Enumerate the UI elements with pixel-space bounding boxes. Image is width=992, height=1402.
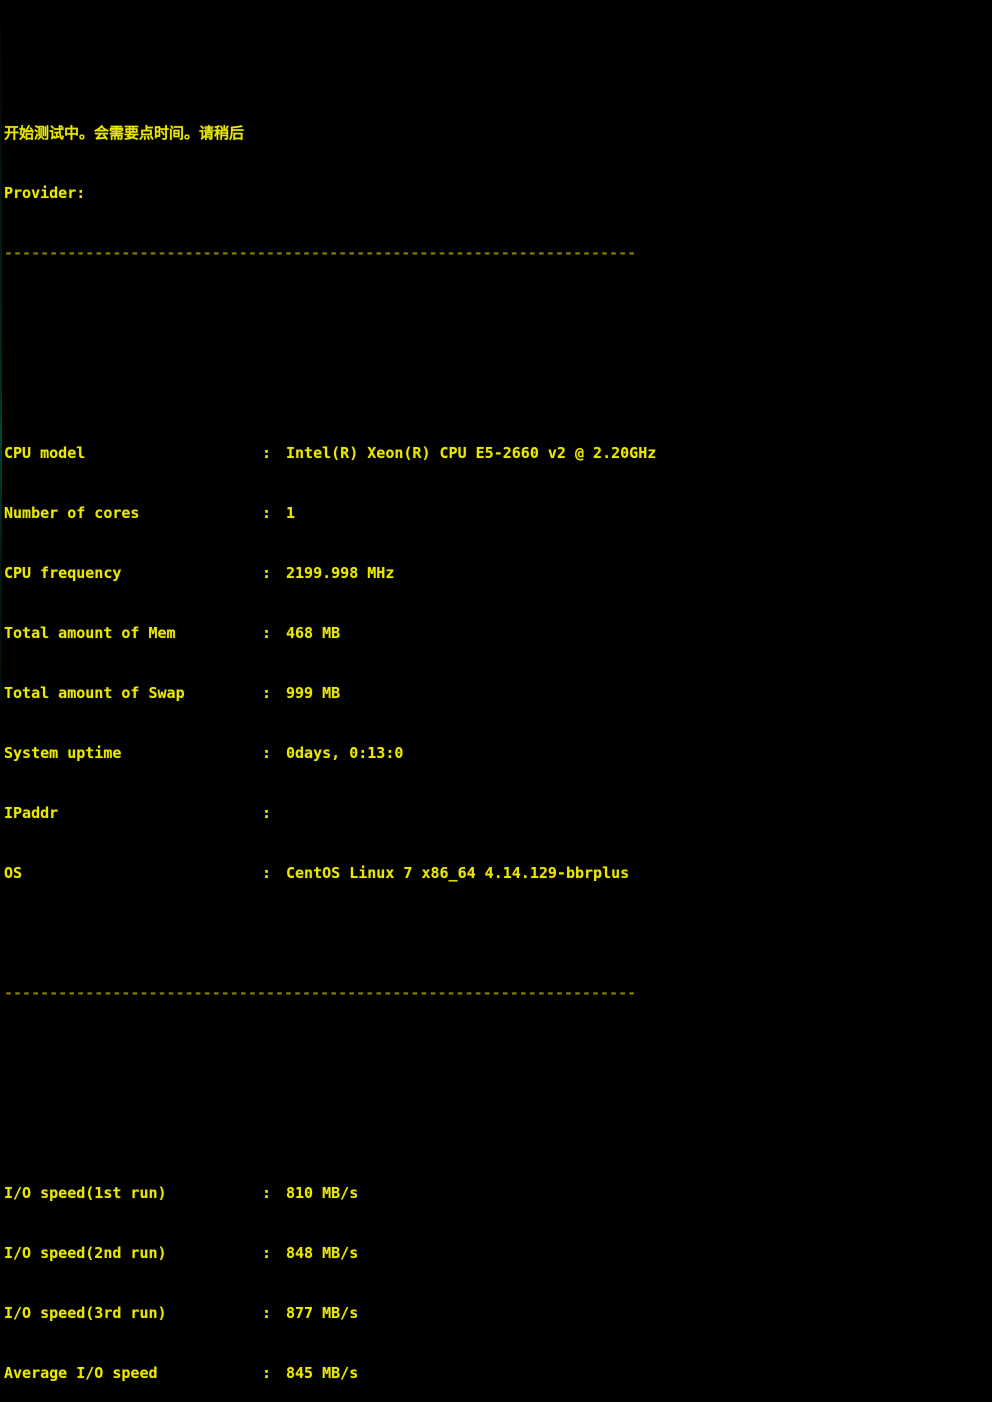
system-info-block: CPU model: Intel(R) Xeon(R) CPU E5-2660 v… bbox=[4, 403, 992, 923]
system-row-key: OS bbox=[4, 864, 23, 882]
io-row-value: 845 MB/s bbox=[286, 1364, 359, 1382]
io-row-value: 848 MB/s bbox=[286, 1244, 359, 1262]
system-row-key: CPU model bbox=[4, 444, 86, 462]
system-row-colon: : bbox=[262, 564, 272, 582]
system-row-key: IPaddr bbox=[4, 804, 59, 822]
io-row-colon: : bbox=[262, 1304, 272, 1322]
separator-2: ----------------------------------------… bbox=[4, 984, 637, 1002]
system-row-colon: : bbox=[262, 624, 272, 642]
io-row-colon: : bbox=[262, 1184, 272, 1202]
status-line: 开始测试中。会需要点时间。请稍后 bbox=[4, 124, 245, 142]
system-row-colon: : bbox=[262, 804, 272, 822]
system-row-value: 0days, 0:13:0 bbox=[286, 744, 404, 762]
system-row: Total amount of Mem:468 MB bbox=[4, 623, 992, 643]
spacer-2 bbox=[4, 1043, 992, 1063]
system-row-colon: : bbox=[262, 744, 272, 762]
system-row-key: Total amount of Mem bbox=[4, 624, 176, 642]
system-row-value: 999 MB bbox=[286, 684, 341, 702]
provider-label: Provider: bbox=[4, 184, 86, 202]
provider-line: Provider: bbox=[4, 183, 992, 203]
io-row: I/O speed(2nd run):848 MB/s bbox=[4, 1243, 992, 1263]
io-row-value: 810 MB/s bbox=[286, 1184, 359, 1202]
io-row-value: 877 MB/s bbox=[286, 1304, 359, 1322]
io-row-key: I/O speed(1st run) bbox=[4, 1184, 167, 1202]
terminal-output: 开始测试中。会需要点时间。请稍后 Provider: -------------… bbox=[0, 0, 992, 1382]
separator-1: ----------------------------------------… bbox=[4, 244, 637, 262]
system-row-value: 1 bbox=[286, 504, 296, 522]
io-row-key: Average I/O speed bbox=[4, 1364, 158, 1382]
system-row-value: 468 MB bbox=[286, 624, 341, 642]
system-row: CPU model: Intel(R) Xeon(R) CPU E5-2660 v… bbox=[4, 443, 992, 463]
system-row-key: System uptime bbox=[4, 744, 122, 762]
io-row: I/O speed(1st run):810 MB/s bbox=[4, 1183, 992, 1203]
io-row-key: I/O speed(2nd run) bbox=[4, 1244, 167, 1262]
io-row-colon: : bbox=[262, 1244, 272, 1262]
system-row-value: CentOS Linux 7 x86_64 4.14.129-bbrplus bbox=[286, 864, 630, 882]
system-row-value: Intel(R) Xeon(R) CPU E5-2660 v2 @ 2.20GH… bbox=[286, 444, 657, 462]
terminal-left-edge-artifact bbox=[0, 0, 2, 701]
system-row-value: 2199.998 MHz bbox=[286, 564, 395, 582]
io-row: I/O speed(3rd run):877 MB/s bbox=[4, 1303, 992, 1323]
io-speed-block: I/O speed(1st run):810 MB/s I/O speed(2n… bbox=[4, 1143, 992, 1402]
system-row-key: Total amount of Swap bbox=[4, 684, 185, 702]
system-row: System uptime:0days, 0:13:0 bbox=[4, 743, 992, 763]
system-row: CPU frequency:2199.998 MHz bbox=[4, 563, 992, 583]
system-row-key: Number of cores bbox=[4, 504, 140, 522]
spacer-1 bbox=[4, 303, 992, 323]
system-row: OS: CentOS Linux 7 x86_64 4.14.129-bbrplu… bbox=[4, 863, 992, 883]
system-row-colon: : bbox=[262, 444, 272, 462]
system-row: Total amount of Swap:999 MB bbox=[4, 683, 992, 703]
system-row: Number of cores:1 bbox=[4, 503, 992, 523]
system-row: IPaddr: bbox=[4, 803, 992, 823]
system-row-colon: : bbox=[262, 684, 272, 702]
io-row: Average I/O speed:845 MB/s bbox=[4, 1363, 992, 1383]
system-row-colon: : bbox=[262, 864, 272, 882]
io-row-key: I/O speed(3rd run) bbox=[4, 1304, 167, 1322]
io-row-colon: : bbox=[262, 1364, 272, 1382]
system-row-colon: : bbox=[262, 504, 272, 522]
system-row-key: CPU frequency bbox=[4, 564, 122, 582]
